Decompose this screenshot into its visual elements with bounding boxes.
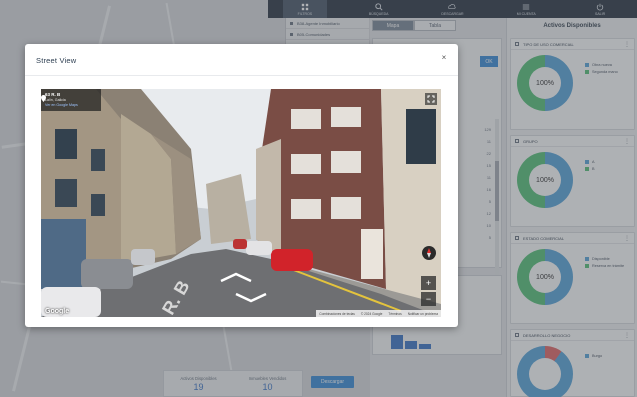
compass-icon	[427, 248, 431, 258]
keyboard-shortcuts-link[interactable]: Combinaciones de teclas	[319, 312, 355, 316]
map-pin-icon	[41, 95, 46, 102]
view-in-maps-link[interactable]: Ver en Google Maps	[45, 103, 97, 107]
modal-divider	[25, 75, 458, 76]
compass-button[interactable]	[422, 246, 436, 260]
street-view-modal: Street View × R. B 63 R. B Lalín, Galici…	[25, 44, 458, 327]
copyright-text: © 2024 Google	[360, 311, 383, 316]
zoom-in-button[interactable]: +	[421, 276, 436, 290]
address-sub: Lalín, Galicia	[45, 98, 66, 102]
google-logo: Google	[45, 308, 70, 315]
road-text-layer: R. B	[158, 277, 193, 317]
fullscreen-icon	[427, 95, 435, 103]
terms-link[interactable]: Términos	[388, 312, 401, 316]
address-main: 63 R. B	[45, 92, 61, 97]
report-problem-link[interactable]: Notificar un problema	[408, 312, 438, 316]
close-button[interactable]: ×	[439, 53, 449, 63]
zoom-out-button[interactable]: −	[421, 292, 436, 306]
road-text: R. B	[158, 277, 193, 317]
address-box: 63 R. B Lalín, Galicia Ver en Google Map…	[41, 89, 101, 111]
street-view-panorama[interactable]: R. B 63 R. B Lalín, Galicia Ver en Googl…	[41, 89, 441, 317]
modal-title: Street View	[36, 56, 77, 65]
street-view-footer: Combinaciones de teclas © 2024 Google Té…	[316, 310, 441, 317]
fullscreen-button[interactable]	[425, 93, 437, 105]
